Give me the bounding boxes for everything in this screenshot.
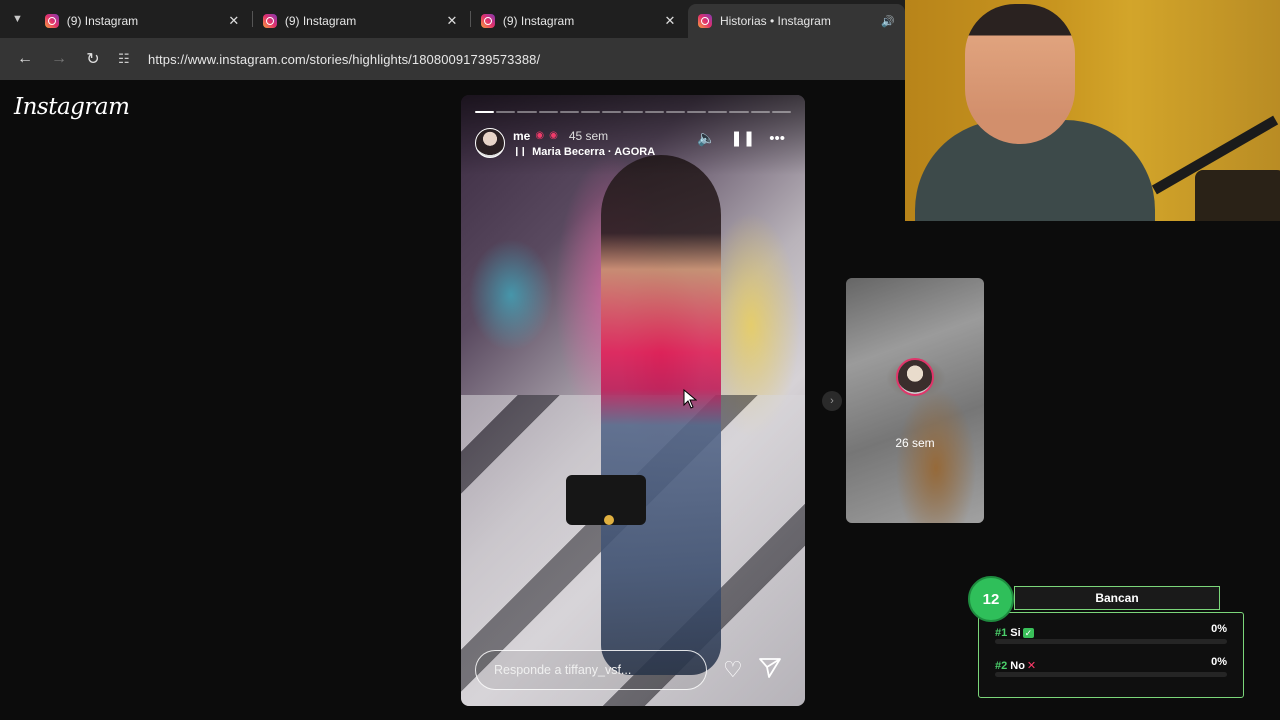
story-progress-segment [475,111,495,113]
poll-option: #2 No ✕ 0% [995,656,1227,689]
story-time: 45 sem [568,128,609,143]
poll-option: #1 Si ✓ 0% [995,623,1227,656]
poll-options-box: #1 Si ✓ 0% #2 No ✕ 0% [978,612,1244,698]
lips-emoji-icon: ◉ [535,130,545,141]
next-story-arrow-icon[interactable]: › [822,391,842,411]
tab-4-active[interactable]: Historias • Instagram 🔊 [687,4,906,38]
story-username[interactable]: me [513,129,530,143]
preview-overlay [846,278,984,523]
pause-icon[interactable]: ❚❚ [730,129,755,147]
music-bars-icon: ❙❙ [513,146,527,156]
streamer-webcam [905,0,1280,221]
checkmark-icon: ✓ [1022,628,1035,638]
story-avatar[interactable] [475,128,505,158]
preview-avatar [896,358,934,396]
story-progress-bar [475,111,792,113]
story-header-text: me ◉ ◉ 45 sem ❙❙ Maria Becerra · AGORA [513,129,655,158]
story-header: me ◉ ◉ 45 sem ❙❙ Maria Becerra · AGORA 🔈… [475,125,795,161]
poll-percent: 0% [1211,623,1227,635]
poll-bar [995,639,1227,644]
tab-close-icon[interactable]: ✕ [226,13,242,29]
story-progress-segment [538,111,558,113]
address-bar[interactable]: ☷ https://www.instagram.com/stories/high… [118,44,905,74]
poll-percent: 0% [1211,656,1227,668]
instagram-logo[interactable]: Instagram [14,94,130,120]
story-image-bag-clasp [604,515,614,525]
reply-input[interactable]: Responde a tiffany_vsf... [475,650,707,690]
tab-1[interactable]: (9) Instagram ✕ [35,6,252,36]
poll-option-label: No [1010,660,1025,672]
story-progress-segment [729,111,749,113]
url-text: https://www.instagram.com/stories/highli… [148,51,541,67]
webcam-mic [1195,170,1280,221]
instagram-favicon-icon [44,14,59,28]
more-options-icon[interactable]: ••• [769,130,785,147]
poll-widget: Bancan #1 Si ✓ 0% #2 No ✕ 0% 12 [968,576,1244,698]
heart-icon[interactable]: ♡ [723,659,743,681]
preview-time: 26 sem [895,436,935,450]
poll-bar [995,672,1227,677]
story-viewer[interactable]: me ◉ ◉ 45 sem ❙❙ Maria Becerra · AGORA 🔈… [461,95,805,706]
story-progress-segment [581,111,601,113]
story-progress-segment [708,111,728,113]
story-music-line[interactable]: ❙❙ Maria Becerra · AGORA [513,146,655,158]
story-progress-segment [517,111,537,113]
send-icon[interactable] [758,657,781,683]
poll-rank: #1 [995,627,1008,639]
story-reply-bar: Responde a tiffany_vsf... ♡ [475,650,795,690]
story-progress-segment [750,111,770,113]
story-progress-segment [771,111,792,113]
story-progress-segment [644,111,664,113]
cross-icon: ✕ [1026,660,1037,672]
lips-emoji-icon: ◉ [549,130,558,141]
tab-audio-speaker-icon[interactable]: 🔊 [881,15,895,28]
tab-2[interactable]: (9) Instagram ✕ [253,6,470,36]
volume-icon[interactable]: 🔈 [697,129,716,147]
instagram-favicon-icon [697,14,712,28]
tab-search-chevron-icon[interactable]: ▼ [0,0,35,38]
instagram-favicon-icon [262,14,277,28]
poll-rank: #2 [995,660,1008,672]
tab-title: Historias • Instagram [719,14,831,28]
poll-option-label: Si [1010,627,1021,639]
story-progress-segment [602,111,622,113]
tab-3[interactable]: (9) Instagram ✕ [471,6,688,36]
story-music-label: Maria Becerra · AGORA [532,145,656,158]
site-settings-icon[interactable]: ☷ [118,51,142,67]
poll-count-badge: 12 [968,576,1014,622]
tab-title: (9) Instagram [284,14,357,28]
tab-close-icon[interactable]: ✕ [662,13,678,29]
reload-icon[interactable]: ↻ [76,44,110,74]
forward-arrow-icon[interactable]: → [42,44,76,74]
next-story-preview[interactable]: 26 sem [846,278,984,523]
tab-close-icon[interactable]: ✕ [444,13,460,29]
story-progress-segment [496,111,516,113]
address-toolbar: ← → ↻ ☷ https://www.instagram.com/storie… [0,38,905,80]
story-image-person [601,155,721,675]
tab-title: (9) Instagram [66,14,139,28]
story-progress-segment [687,111,707,113]
story-progress-segment [623,111,643,113]
webcam-person-head [965,4,1075,144]
story-progress-segment [559,111,580,113]
story-progress-segment [665,111,686,113]
back-arrow-icon[interactable]: ← [8,44,42,74]
screen: ▼ (9) Instagram ✕ (9) Instagram ✕ (9) In… [0,0,1280,720]
tab-strip: ▼ (9) Instagram ✕ (9) Instagram ✕ (9) In… [0,0,906,38]
instagram-favicon-icon [480,14,495,28]
story-controls: 🔈 ❚❚ ••• [697,129,785,148]
tab-title: (9) Instagram [502,14,575,28]
story-title-line: me ◉ ◉ 45 sem [513,129,655,143]
poll-title: Bancan [1014,586,1220,610]
